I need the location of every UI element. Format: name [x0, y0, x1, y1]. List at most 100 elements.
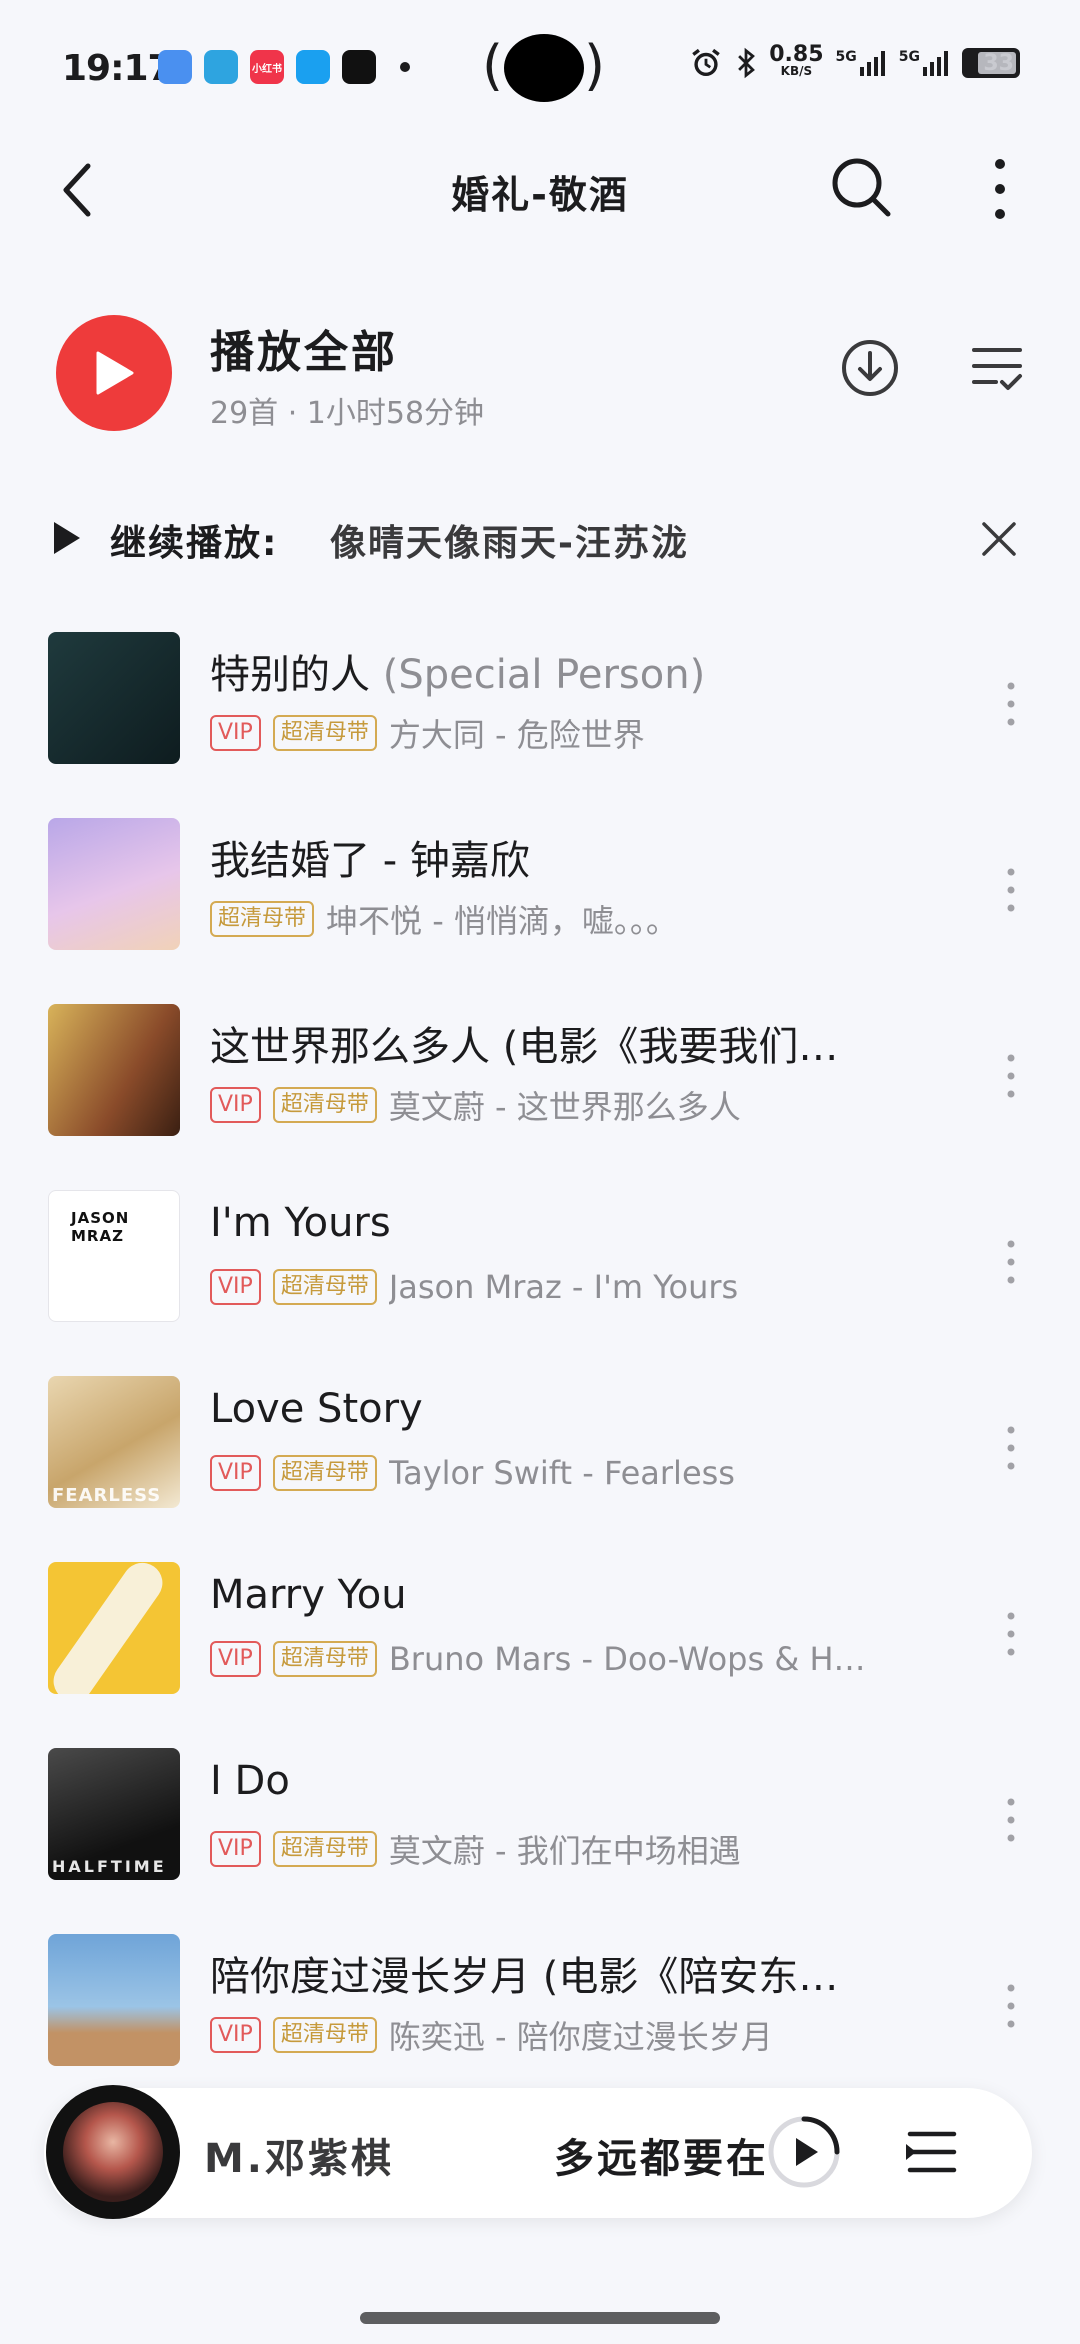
mini-player-cover[interactable] — [46, 2085, 180, 2219]
quality-badge: 超清母带 — [272, 1641, 377, 1677]
batch-manage-button[interactable] — [970, 342, 1024, 394]
album-cover-text: JASON MRAZ — [71, 1209, 130, 1245]
song-row[interactable]: 我结婚了 - 钟嘉欣超清母带 坤不悦 - 悄悄滴，嘘。。。 — [0, 806, 1080, 992]
more-vertical-icon — [1007, 1054, 1015, 1098]
song-list: 特别的人 (Special Person) VIP 超清母带 方大同 - 危险世界 我结… — [0, 620, 1080, 2108]
song-more-button[interactable] — [996, 860, 1026, 920]
status-bar: 19:17 小红书 ( ) 0.85 KB/S 5G 5G 33 — [0, 0, 1080, 140]
more-vertical-icon — [1007, 1426, 1015, 1470]
download-button[interactable] — [840, 338, 900, 398]
song-title: Love Story — [210, 1386, 423, 1432]
song-meta: VIP 超清母带 Taylor Swift - Fearless — [210, 1454, 735, 1492]
song-artist-album: 方大同 - 危险世界 — [388, 716, 645, 754]
vip-badge: VIP — [210, 1831, 261, 1867]
play-all-button[interactable] — [56, 315, 172, 431]
song-row[interactable]: Marry You VIP 超清母带 Bruno Mars - Doo-Wops & … — [0, 1550, 1080, 1736]
song-meta: VIP 超清母带 莫文蔚 - 我们在中场相遇 — [210, 1826, 741, 1872]
tiktok-app-icon — [342, 50, 376, 84]
mini-player-song: 多远都要在 — [554, 2136, 764, 2182]
album-cover: HALFTIME — [48, 1748, 180, 1880]
album-cover-text: HALFTIME — [52, 1857, 167, 1876]
song-title: 特别的人 (Special Person) — [210, 652, 706, 698]
search-button[interactable] — [826, 152, 896, 222]
song-title: Marry You — [210, 1572, 407, 1618]
album-cover — [48, 1934, 180, 2066]
more-vertical-icon — [995, 159, 1005, 219]
song-artist-album: Jason Mraz - I'm Yours — [388, 1268, 739, 1306]
list-check-icon — [972, 348, 1022, 390]
continue-playing-bar[interactable]: 继续播放: 像晴天像雨天-汪苏泷 — [0, 500, 1080, 580]
quality-badge: 超清母带 — [210, 901, 315, 937]
gallery-app-icon — [158, 50, 192, 84]
song-more-button[interactable] — [996, 1790, 1026, 1850]
vip-badge: VIP — [210, 715, 261, 751]
xiaohongshu-app-icon: 小红书 — [250, 50, 284, 84]
more-vertical-icon — [1007, 868, 1015, 912]
song-title: 我结婚了 - 钟嘉欣 — [210, 838, 530, 884]
mini-player-artist: M.邓紫棋 — [204, 2136, 394, 2182]
telegram-app-icon — [204, 50, 238, 84]
song-meta: VIP 超清母带 陈奕迅 - 陪你度过漫长岁月 — [210, 2012, 773, 2058]
song-title: 这世界那么多人 (电影《我要我们… — [210, 1024, 839, 1070]
album-cover — [48, 632, 180, 764]
song-meta: VIP 超清母带 方大同 - 危险世界 — [210, 710, 645, 756]
song-meta: VIP 超清母带 Bruno Mars - Doo-Wops & H… — [210, 1640, 866, 1678]
home-indicator[interactable] — [360, 2312, 720, 2324]
song-more-button[interactable] — [996, 674, 1026, 734]
playlist-meta: 29首 · 1小时58分钟 — [210, 396, 485, 431]
song-more-button[interactable] — [996, 1232, 1026, 1292]
vip-badge: VIP — [210, 1641, 261, 1677]
song-more-button[interactable] — [996, 1418, 1026, 1478]
battery-indicator: 33 — [962, 48, 1020, 78]
song-artist-album: 莫文蔚 - 这世界那么多人 — [388, 1088, 741, 1126]
network-speed: 0.85 KB/S — [769, 42, 824, 79]
song-row[interactable]: HALFTIME I Do VIP 超清母带 莫文蔚 - 我们在中场相遇 — [0, 1736, 1080, 1922]
song-row[interactable]: 陪你度过漫长岁月 (电影《陪安东… VIP 超清母带 陈奕迅 - 陪你度过漫长岁月 — [0, 1922, 1080, 2108]
album-cover — [48, 1004, 180, 1136]
song-meta: VIP 超清母带 Jason Mraz - I'm Yours — [210, 1268, 738, 1306]
quality-badge: 超清母带 — [272, 2017, 377, 2053]
mini-player[interactable]: M.邓紫棋 多远都要在 — [44, 2085, 1032, 2219]
play-circle-icon — [768, 2116, 840, 2188]
more-options-button[interactable] — [980, 156, 1020, 222]
more-notifications-dot — [400, 62, 410, 72]
signal-strength-2: 5G — [899, 49, 950, 77]
status-time: 19:17 — [62, 48, 173, 89]
continue-label: 继续播放: — [110, 523, 279, 564]
song-meta: 超清母带 坤不悦 - 悄悄滴，嘘。。。 — [210, 896, 678, 942]
song-row[interactable]: JASON MRAZ I'm Yours VIP 超清母带 Jason Mraz - I… — [0, 1178, 1080, 1364]
vip-badge: VIP — [210, 2017, 261, 2053]
song-more-button[interactable] — [996, 1976, 1026, 2036]
alarm-icon — [692, 48, 721, 77]
vip-badge: VIP — [210, 1269, 261, 1305]
quality-badge: 超清母带 — [272, 1831, 377, 1867]
album-cover-text: FEARLESS — [52, 1485, 162, 1506]
top-nav: 婚礼-敬酒 — [0, 140, 1080, 240]
more-vertical-icon — [1007, 1240, 1015, 1284]
dismiss-continue-button[interactable] — [978, 518, 1020, 560]
more-vertical-icon — [1007, 1612, 1015, 1656]
song-row[interactable]: FEARLESS Love Story VIP 超清母带 Taylor Swift - … — [0, 1364, 1080, 1550]
song-artist-album: 坤不悦 - 悄悄滴，嘘。。。 — [326, 902, 678, 940]
song-row[interactable]: 特别的人 (Special Person) VIP 超清母带 方大同 - 危险世界 — [0, 620, 1080, 806]
playlist-queue-button[interactable] — [902, 2122, 962, 2182]
mini-player-play-button[interactable] — [766, 2114, 842, 2190]
song-more-button[interactable] — [996, 1046, 1026, 1106]
song-row[interactable]: 这世界那么多人 (电影《我要我们… VIP 超清母带 莫文蔚 - 这世界那么多人 — [0, 992, 1080, 1178]
bluetooth-icon — [738, 47, 756, 79]
song-more-button[interactable] — [996, 1604, 1026, 1664]
song-meta: VIP 超清母带 莫文蔚 - 这世界那么多人 — [210, 1082, 741, 1128]
play-all-label[interactable]: 播放全部 — [210, 316, 398, 380]
song-artist-album: 莫文蔚 - 我们在中场相遇 — [388, 1832, 741, 1870]
search-icon — [832, 158, 891, 217]
song-title: I Do — [210, 1758, 290, 1804]
status-app-icons: 小红书 — [158, 50, 410, 84]
continue-play-icon — [50, 518, 84, 558]
more-vertical-icon — [1007, 1798, 1015, 1842]
quality-badge: 超清母带 — [272, 1269, 377, 1305]
song-title: 陪你度过漫长岁月 (电影《陪安东… — [210, 1954, 839, 2000]
download-icon — [842, 340, 898, 396]
song-artist-album: Bruno Mars - Doo-Wops & H… — [388, 1640, 866, 1678]
song-title: I'm Yours — [210, 1200, 391, 1246]
quality-badge: 超清母带 — [272, 715, 377, 751]
